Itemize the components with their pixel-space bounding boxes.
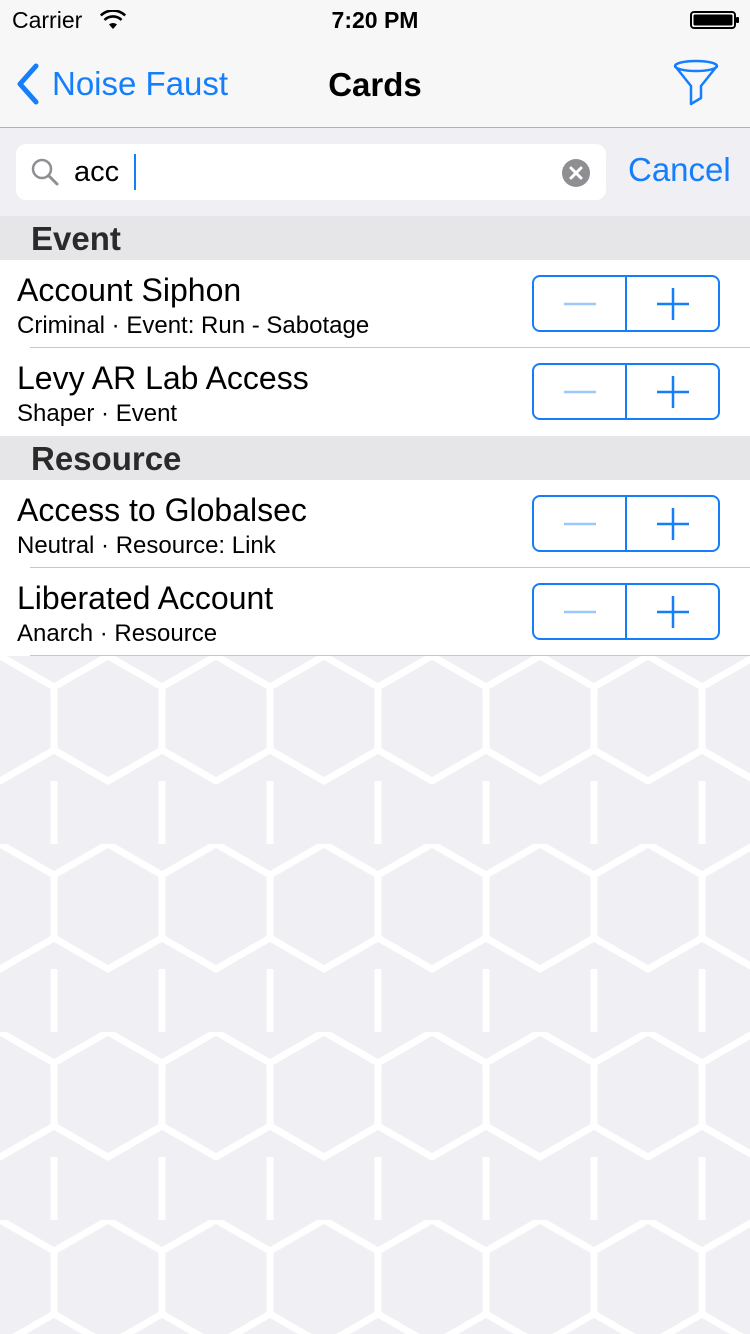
section-header-resource: Resource bbox=[0, 436, 750, 480]
quantity-stepper bbox=[532, 495, 720, 552]
card-title: Levy AR Lab Access bbox=[17, 360, 309, 396]
cancel-button[interactable]: Cancel bbox=[628, 151, 731, 189]
card-subtitle: Neutral · Resource: Link bbox=[17, 532, 276, 559]
section-header-event: Event bbox=[0, 216, 750, 260]
card-subtitle: Anarch · Resource bbox=[17, 620, 218, 647]
decrement-button[interactable] bbox=[534, 497, 627, 550]
list-item[interactable]: Levy AR Lab Access Shaper · Event bbox=[0, 348, 750, 436]
decrement-button[interactable] bbox=[534, 365, 627, 418]
plus-icon bbox=[656, 375, 689, 408]
top-bar: Carrier 7:20 PM Noise Faust Cards bbox=[0, 0, 750, 128]
section-header-label: Resource bbox=[31, 440, 182, 477]
card-title: Access to Globalsec bbox=[17, 492, 307, 528]
hexagon-background bbox=[0, 656, 750, 1334]
quantity-stepper bbox=[532, 583, 720, 640]
minus-icon bbox=[563, 302, 596, 305]
increment-button[interactable] bbox=[627, 497, 718, 550]
search-bar: acc Cancel bbox=[0, 129, 750, 215]
search-query: acc bbox=[74, 156, 120, 188]
search-input[interactable]: acc bbox=[16, 144, 606, 200]
card-title: Account Siphon bbox=[17, 272, 242, 308]
screen: Carrier 7:20 PM Noise Faust Cards acc Ca… bbox=[0, 0, 750, 1334]
card-subtitle: Criminal · Event: Run - Sabotage bbox=[17, 312, 370, 339]
status-bar: Carrier 7:20 PM bbox=[0, 0, 750, 40]
increment-button[interactable] bbox=[627, 585, 718, 638]
minus-icon bbox=[563, 390, 596, 393]
increment-button[interactable] bbox=[627, 365, 718, 418]
navigation-bar: Noise Faust Cards bbox=[0, 40, 750, 128]
quantity-stepper bbox=[532, 275, 720, 332]
plus-icon bbox=[656, 507, 689, 540]
text-caret bbox=[134, 154, 136, 190]
filter-icon[interactable] bbox=[670, 58, 722, 110]
quantity-stepper bbox=[532, 363, 720, 420]
card-title: Liberated Account bbox=[17, 580, 274, 616]
list-item[interactable]: Liberated Account Anarch · Resource bbox=[0, 568, 750, 656]
increment-button[interactable] bbox=[627, 277, 718, 330]
decrement-button[interactable] bbox=[534, 585, 627, 638]
section-header-label: Event bbox=[31, 220, 121, 257]
decrement-button[interactable] bbox=[534, 277, 627, 330]
search-icon bbox=[31, 158, 59, 186]
plus-icon bbox=[656, 595, 689, 628]
card-subtitle: Shaper · Event bbox=[17, 400, 178, 427]
list-item[interactable]: Account Siphon Criminal · Event: Run - S… bbox=[0, 260, 750, 348]
plus-icon bbox=[656, 287, 689, 320]
list-item[interactable]: Access to Globalsec Neutral · Resource: … bbox=[0, 480, 750, 568]
minus-icon bbox=[563, 522, 596, 525]
status-time: 7:20 PM bbox=[331, 7, 419, 33]
battery-icon bbox=[690, 11, 739, 29]
page-title: Cards bbox=[328, 66, 422, 103]
minus-icon bbox=[563, 610, 596, 613]
clear-icon[interactable] bbox=[561, 158, 591, 188]
